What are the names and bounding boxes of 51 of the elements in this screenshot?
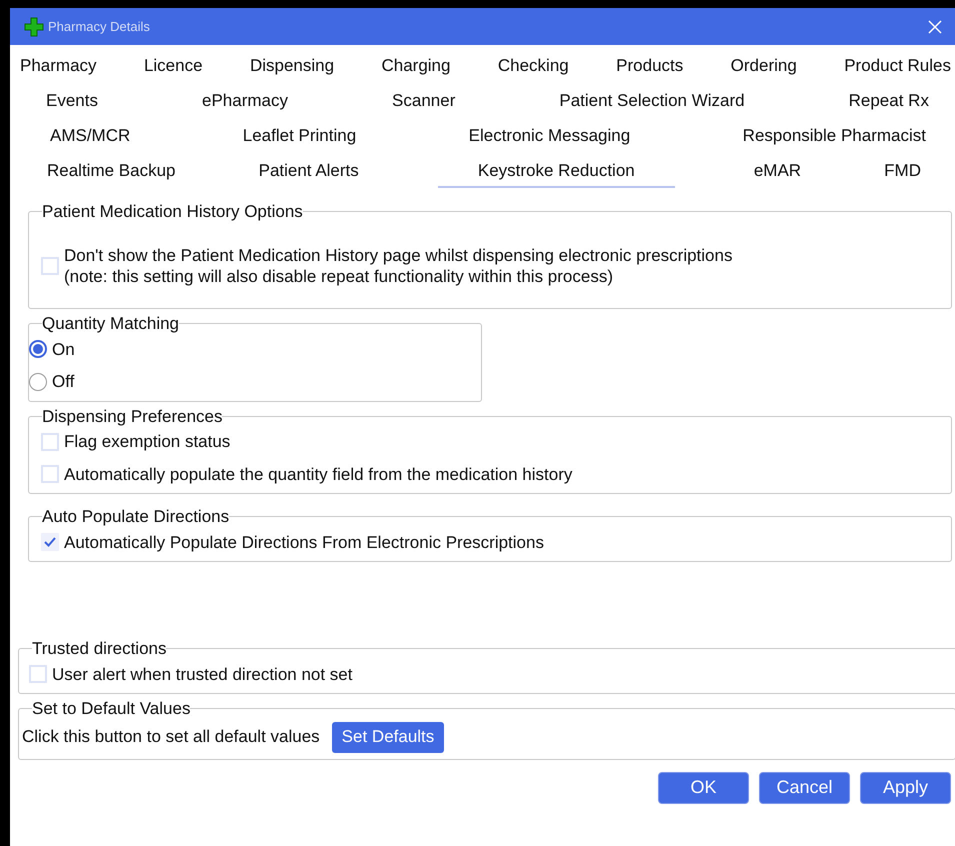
tab[interactable]: Licence (140, 50, 207, 83)
tab[interactable]: Patient Alerts (254, 155, 363, 188)
tab[interactable]: eMAR (750, 155, 806, 188)
window-title: Pharmacy Details (48, 18, 150, 36)
checkbox-label: Don't show the Patient Medication History page whilst dispensing electronic prescriptions (64, 244, 732, 266)
checkbox-label: Automatically Populate Directions From Electronic Prescriptions (64, 532, 544, 554)
checkbox[interactable] (41, 432, 59, 451)
radio-button[interactable] (29, 340, 47, 358)
close-icon[interactable] (927, 18, 943, 34)
radio-label: Off (52, 371, 74, 393)
tab[interactable]: Charging (377, 50, 454, 83)
dialog-button[interactable]: OK (658, 772, 749, 804)
tab[interactable]: Product Rules (840, 50, 955, 83)
tab[interactable]: Electronic Messaging (464, 120, 634, 153)
tab[interactable]: ePharmacy (198, 85, 292, 118)
tab[interactable]: Realtime Backup (43, 155, 180, 188)
instruction-text: Click this button to set all default values (22, 726, 320, 748)
group-title: Dispensing Preferences (42, 406, 222, 428)
group-title: Auto Populate Directions (42, 506, 230, 528)
tab[interactable]: Scanner (388, 85, 460, 118)
note-text: (note: this setting will also disable repeat functionality within this process) (64, 266, 614, 286)
group-title: Trusted directions (32, 638, 166, 660)
set-defaults-button[interactable]: Set Defaults (332, 722, 444, 752)
checkbox[interactable] (41, 256, 59, 274)
checkbox-label: Automatically populate the quantity field from the medication history (64, 464, 572, 486)
tab[interactable]: Ordering (726, 50, 801, 83)
tab[interactable]: Repeat Rx (844, 85, 933, 118)
dialog-button[interactable]: Apply (860, 772, 951, 804)
tab[interactable]: Checking (494, 50, 573, 83)
tab[interactable]: Leaflet Printing (238, 120, 360, 153)
tab[interactable]: FMD (880, 155, 925, 188)
checkbox-label: User alert when trusted direction not set (52, 664, 352, 686)
checkbox-label: Flag exemption status (64, 431, 230, 453)
tab[interactable]: Responsible Pharmacist (738, 120, 930, 153)
tab[interactable]: Dispensing (246, 50, 338, 83)
tab[interactable]: AMS/MCR (46, 120, 134, 153)
cross-icon (24, 16, 44, 36)
tab[interactable]: Patient Selection Wizard (555, 85, 749, 118)
checkbox[interactable] (29, 665, 47, 684)
radio-label: On (52, 338, 75, 360)
tab[interactable]: Events (42, 85, 102, 118)
checkbox[interactable] (41, 533, 59, 552)
tab[interactable]: Pharmacy (16, 50, 101, 83)
dialog-button[interactable]: Cancel (759, 772, 850, 804)
checkbox[interactable] (41, 465, 59, 484)
group-title: Quantity Matching (42, 313, 180, 335)
group-title: Patient Medication History Options (42, 201, 303, 223)
group-title: Set to Default Values (32, 698, 190, 720)
tab[interactable]: Products (612, 50, 688, 83)
tab[interactable]: Keystroke Reduction (438, 155, 675, 188)
radio-button[interactable] (29, 372, 47, 391)
